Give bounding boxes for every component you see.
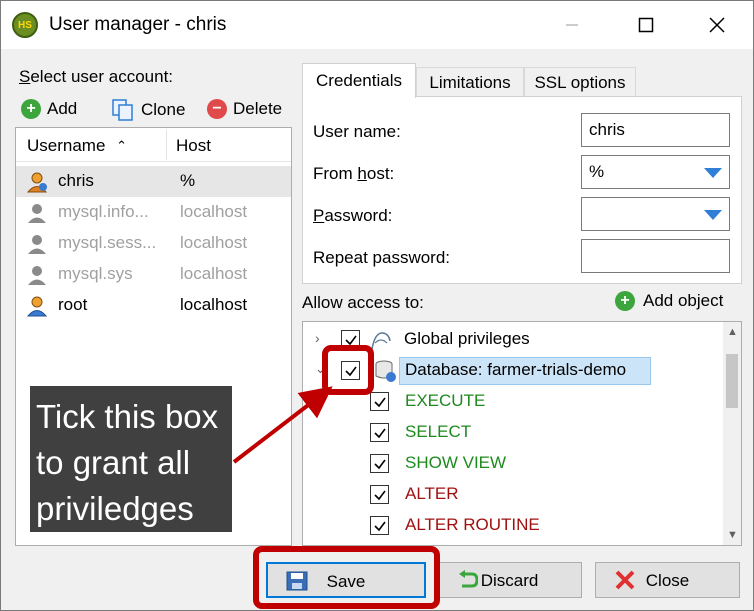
checkbox-highlight-ring: [322, 345, 374, 395]
tab-credentials[interactable]: Credentials: [302, 63, 416, 98]
save-button-highlight-ring: [253, 546, 440, 609]
